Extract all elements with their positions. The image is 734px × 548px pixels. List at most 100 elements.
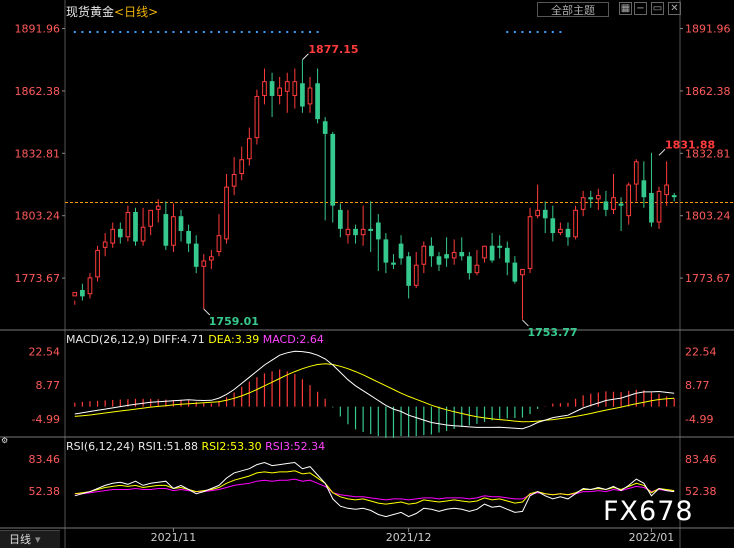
period-selector[interactable]: <日线> [114,5,158,19]
candle-body [148,209,154,227]
candle-body [140,226,146,242]
candle-body [618,203,624,206]
signal-dot [96,31,99,33]
candle-body [87,277,93,295]
signal-dot [157,31,160,33]
candle-body [284,81,290,92]
chart-canvas[interactable]: 1891.96 1891.961862.38 1862.381832.81 1832.… [0,0,734,548]
rsi1-value: RSI1:51.88 [137,440,199,453]
candle-body [611,197,616,210]
candle-body [254,95,260,139]
signal-dot [126,31,129,33]
candle-body [436,256,442,265]
signal-dot [111,31,114,33]
candle-body [102,241,108,248]
candle-body [595,195,601,200]
candle-body [565,228,571,238]
candle-body [231,174,237,187]
price-tick-left: 1862.38 [15,85,61,98]
candle-body [338,209,343,229]
signal-dot [134,31,137,33]
candle-body [224,186,229,240]
price-tick-left: 1803.24 [15,210,61,223]
chart-stage[interactable]: 1891.96 1891.96 1862.38 1862.38 1832.81 1832.… [0,0,734,548]
candle-body [345,228,351,236]
macd-value: MACD:2.64 [262,333,324,346]
signal-dot [88,31,91,33]
macd-tick-left: -4.99 [32,413,60,426]
candle-body [269,81,275,96]
indicator-settings-icon[interactable]: ⚙ [1,436,8,445]
signal-dot [513,31,516,33]
signal-dot [255,31,258,33]
candle-body [520,268,525,276]
signal-dot [544,31,547,33]
dea-line [74,363,675,423]
candle-body [497,245,503,248]
price-tick-left: 1891.96 [15,23,61,36]
candle-body [406,256,411,286]
candle-body [558,228,563,234]
date-tick-label: 2022/01 [629,531,675,544]
price-tick-left: 1773.67 [15,272,61,285]
fx678-watermark: FX678 [603,496,694,527]
restore-icon[interactable]: ▭ [651,2,664,15]
candle-body [216,235,222,253]
signal-dot [316,31,319,33]
signal-dot [225,31,228,33]
rsi-tick-left: 52.38 [29,485,61,498]
price-tick-left: 1832.81 [15,147,61,160]
signal-dot [278,31,281,33]
signal-dot [81,31,84,33]
candle-body [413,264,419,286]
candle-body [110,228,116,244]
close-icon[interactable]: ✕ [668,2,681,15]
candle-body [603,201,609,210]
rsi3-value: RSI3:52.34 [265,440,326,453]
signal-dot [210,31,213,33]
theme-button[interactable]: 全部主题 [537,2,609,17]
annotation-high-label: 1831.88 [665,138,715,151]
candle-body [527,216,533,269]
candle-body [573,209,578,238]
candle-body [353,228,358,236]
minus-icon[interactable]: − [634,2,647,15]
signal-dot [217,31,220,33]
candle-body [193,243,199,267]
macd-tick-left: 8.77 [36,379,61,392]
macd-tick-right: -4.99 [685,413,713,426]
candle-body [451,252,457,259]
rsi2-line [74,470,675,505]
annotation-low-label: 1753.77 [527,326,577,339]
candle-body [201,260,207,267]
candle-body [368,228,374,231]
signal-dot [559,31,562,33]
candle-body [383,239,389,263]
candle-body [459,252,465,257]
chevron-down-icon: ▾ [35,533,41,546]
candle-body [239,159,245,175]
price-tick-right: 1891.96 [685,23,731,36]
candle-body [626,184,632,217]
macd-legend: MACD(26,12,9) DIFF:4.71 DEA:3.39 MACD:2.… [66,333,324,346]
candle-body [398,243,404,259]
candle-body [588,197,594,200]
period-tab[interactable]: 日线 ▾ [0,530,60,548]
candle-body [178,216,184,231]
candle-body [429,245,434,257]
signal-dot [536,31,539,33]
candle-body [262,81,267,96]
macd-tick-right: 8.77 [685,379,710,392]
candle-body [330,133,336,206]
chart-title: 现货黄金<日线> [66,3,158,20]
candle-body [322,121,328,134]
signal-dot [521,31,524,33]
candle-body [542,209,548,219]
candle-body [277,87,283,96]
signal-dot [263,31,266,33]
chart-toolbar: 现货黄金<日线> 全部主题 ▦ − ▭ ✕ [0,0,734,20]
grid-icon[interactable]: ▦ [619,2,632,15]
signal-dot [233,31,236,33]
candle-body [489,245,495,261]
signal-dot [551,31,554,33]
